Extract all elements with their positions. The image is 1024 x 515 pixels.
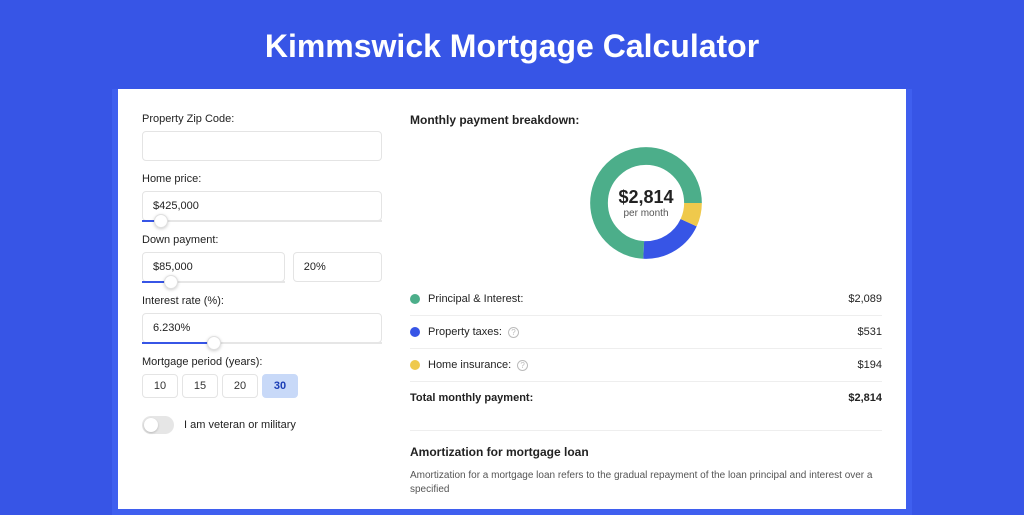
info-icon[interactable]: ? <box>508 327 519 338</box>
slider-thumb[interactable] <box>164 275 178 289</box>
total-value: $2,814 <box>848 392 882 404</box>
breakdown-label: Principal & Interest: <box>428 293 523 305</box>
input-panel: Property Zip Code: Home price: Down paym… <box>142 113 382 497</box>
amortization-section: Amortization for mortgage loan Amortizat… <box>410 430 882 497</box>
legend-dot <box>410 360 420 370</box>
veteran-toggle[interactable] <box>142 416 174 434</box>
total-label: Total monthly payment: <box>410 392 533 404</box>
breakdown-row: Property taxes:? $531 <box>410 315 882 348</box>
down-payment-input[interactable] <box>142 252 285 282</box>
info-icon[interactable]: ? <box>517 360 528 371</box>
period-tab-20[interactable]: 20 <box>222 374 258 398</box>
breakdown-value: $531 <box>858 326 882 338</box>
interest-label: Interest rate (%): <box>142 295 382 307</box>
legend-dot <box>410 294 420 304</box>
calculator-card: Property Zip Code: Home price: Down paym… <box>118 89 906 509</box>
breakdown-row: Principal & Interest: $2,089 <box>410 283 882 315</box>
interest-slider[interactable] <box>142 342 382 344</box>
amortization-text: Amortization for a mortgage loan refers … <box>410 469 882 497</box>
toggle-knob <box>144 418 158 432</box>
down-payment-slider[interactable] <box>142 281 285 283</box>
breakdown-panel: Monthly payment breakdown: $2,814 per mo… <box>410 113 882 497</box>
home-price-input[interactable] <box>142 191 382 221</box>
period-label: Mortgage period (years): <box>142 356 382 368</box>
total-row: Total monthly payment: $2,814 <box>410 381 882 414</box>
zip-input[interactable] <box>142 131 382 161</box>
breakdown-label: Property taxes: <box>428 326 502 338</box>
breakdown-value: $194 <box>858 359 882 371</box>
page-title: Kimmswick Mortgage Calculator <box>0 0 1024 89</box>
period-tab-30[interactable]: 30 <box>262 374 298 398</box>
home-price-slider[interactable] <box>142 220 382 222</box>
donut-subtext: per month <box>623 208 668 219</box>
period-tabs: 10152030 <box>142 374 382 398</box>
slider-thumb[interactable] <box>154 214 168 228</box>
legend-dot <box>410 327 420 337</box>
amortization-title: Amortization for mortgage loan <box>410 445 882 459</box>
down-payment-percent-input[interactable] <box>293 252 382 282</box>
down-payment-label: Down payment: <box>142 234 382 246</box>
breakdown-label: Home insurance: <box>428 359 511 371</box>
zip-label: Property Zip Code: <box>142 113 382 125</box>
home-price-label: Home price: <box>142 173 382 185</box>
slider-thumb[interactable] <box>207 336 221 350</box>
breakdown-row: Home insurance:? $194 <box>410 348 882 381</box>
breakdown-value: $2,089 <box>848 293 882 305</box>
interest-input[interactable] <box>142 313 382 343</box>
period-tab-15[interactable]: 15 <box>182 374 218 398</box>
donut-amount: $2,814 <box>618 187 673 208</box>
breakdown-title: Monthly payment breakdown: <box>410 113 882 127</box>
period-tab-10[interactable]: 10 <box>142 374 178 398</box>
veteran-label: I am veteran or military <box>184 419 296 431</box>
payment-donut-chart: $2,814 per month <box>584 141 708 265</box>
